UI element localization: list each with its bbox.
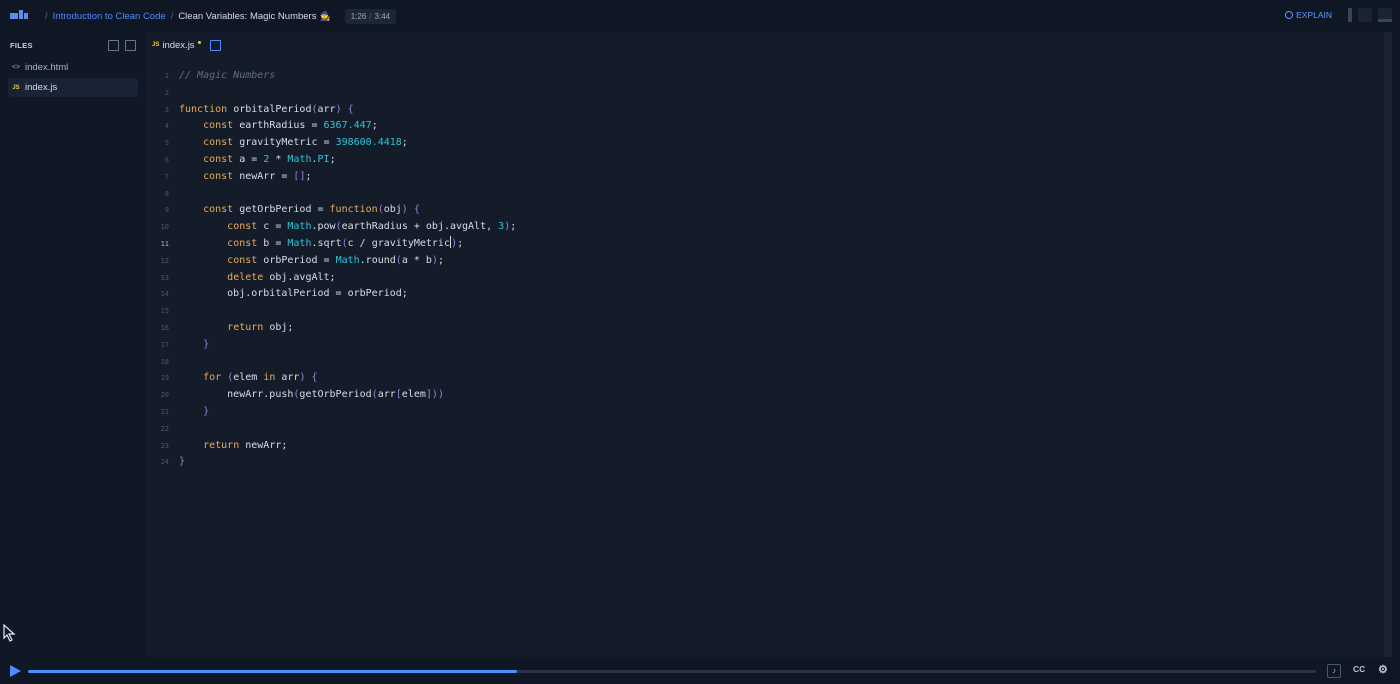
line-number: 20 (160, 391, 169, 400)
settings-gear-icon[interactable]: ⚙ (1378, 663, 1388, 676)
file-item-label: index.html (25, 62, 69, 73)
breadcrumb-course-link[interactable]: Introduction to Clean Code (53, 11, 166, 22)
line-number: 1 (164, 72, 169, 80)
layout-wide-icon[interactable] (1358, 8, 1372, 22)
code-line[interactable]: const getOrbPeriod = function(obj) { (179, 202, 420, 219)
wizard-emoji-icon: 🧙 (319, 10, 331, 21)
layout-split-icon[interactable] (1378, 8, 1392, 22)
line-number: 15 (160, 307, 169, 316)
code-line[interactable]: obj.orbitalPeriod = orbPeriod; (179, 286, 408, 303)
progress-track[interactable] (28, 670, 1316, 673)
layout-sidebar-icon[interactable] (1348, 8, 1352, 22)
audio-toggle-icon[interactable]: ♪ (1327, 664, 1341, 678)
line-number: 6 (164, 156, 169, 164)
code-line[interactable]: return obj; (179, 320, 293, 337)
line-number: 3 (164, 105, 169, 114)
tab-label: index.js (162, 39, 195, 51)
logo-icon[interactable] (10, 10, 30, 22)
code-line[interactable]: const a = 2 * Math.PI; (179, 152, 336, 169)
layout-switcher (1348, 8, 1392, 22)
js-icon: JS (152, 42, 160, 48)
line-number: 24 (160, 458, 169, 467)
line-number: 7 (164, 172, 169, 181)
line-number: 19 (160, 374, 169, 383)
line-number: 5 (164, 139, 169, 148)
file-item-index-js[interactable]: JS index.js (8, 78, 138, 97)
code-line[interactable]: } (179, 337, 209, 354)
top-bar: / Introduction to Clean Code / Clean Var… (0, 0, 1400, 32)
explain-button[interactable]: EXPLAIN (1285, 10, 1332, 20)
line-number: 14 (160, 290, 169, 299)
play-icon[interactable] (10, 665, 21, 677)
code-line[interactable]: } (179, 404, 209, 421)
code-line[interactable]: } (179, 454, 185, 471)
code-line[interactable]: const earthRadius = 6367.447; (179, 118, 378, 135)
tab-index-js[interactable]: JS index.js (152, 40, 201, 51)
breadcrumb: / Introduction to Clean Code / Clean Var… (45, 10, 331, 22)
line-number: 17 (160, 340, 169, 349)
code-line[interactable]: const b = Math.sqrt(c / gravityMetric); (179, 236, 463, 253)
line-number: 16 (160, 324, 169, 332)
line-number: 23 (160, 441, 169, 450)
code-line[interactable]: for (elem in arr) { (179, 370, 317, 387)
code-line[interactable]: delete obj.avgAlt; (179, 270, 335, 287)
line-number: 18 (160, 357, 169, 366)
editor-tab-bar: JS index.js (146, 32, 1392, 58)
code-line[interactable]: const c = Math.pow(earthRadius + obj.avg… (179, 219, 516, 236)
code-line[interactable]: // Magic Numbers (179, 68, 275, 85)
files-header-label: FILES (10, 40, 33, 50)
line-number: 4 (164, 122, 169, 131)
code-line[interactable]: newArr.push(getOrbPeriod(arr[elem])) (179, 387, 444, 404)
explain-icon (1285, 11, 1294, 19)
breadcrumb-lesson-title: Clean Variables: Magic Numbers (178, 10, 317, 22)
file-item-index-html[interactable]: <> index.html (8, 58, 138, 77)
current-time: 1:26 (350, 11, 367, 21)
new-folder-icon[interactable] (125, 39, 136, 51)
line-number: 8 (164, 189, 169, 198)
line-number: 9 (164, 206, 169, 215)
player-bar: ♪ CC ⚙ (0, 657, 1400, 684)
js-icon: JS (12, 84, 20, 91)
total-time: 3:44 (374, 11, 391, 21)
line-number: 2 (164, 88, 169, 97)
line-number: 13 (160, 273, 169, 282)
captions-button[interactable]: CC (1353, 664, 1365, 674)
code-line[interactable]: function orbitalPeriod(arr) { (179, 102, 354, 119)
code-line[interactable]: const orbPeriod = Math.round(a * b); (179, 253, 444, 270)
line-number: 12 (160, 256, 169, 265)
line-number: 10 (160, 223, 169, 232)
playback-time: 1:26/3:44 (344, 8, 397, 24)
code-line[interactable]: const newArr = []; (179, 169, 311, 186)
files-header: FILES (0, 32, 146, 58)
line-number: 21 (160, 408, 169, 416)
code-editor[interactable]: JS index.js 1// Magic Numbers 2 3 function … (146, 32, 1392, 657)
file-sidebar: FILES <> index.html JS index.js (0, 32, 146, 657)
code-line[interactable]: const gravityMetric = 398600.4418; (179, 135, 408, 152)
unsaved-dot-icon (197, 40, 201, 44)
html-icon: <> (11, 64, 21, 71)
mouse-pointer-icon (3, 624, 16, 642)
explain-label: EXPLAIN (1296, 10, 1332, 20)
line-number: 22 (160, 424, 169, 433)
new-tab-file-icon[interactable] (209, 39, 221, 51)
new-file-icon[interactable] (108, 39, 119, 51)
progress-fill (28, 670, 518, 673)
code-line[interactable]: return newArr; (179, 438, 287, 455)
editor-scrollbar[interactable] (1384, 32, 1392, 657)
line-number: 11 (160, 240, 169, 248)
file-item-label: index.js (25, 82, 58, 93)
